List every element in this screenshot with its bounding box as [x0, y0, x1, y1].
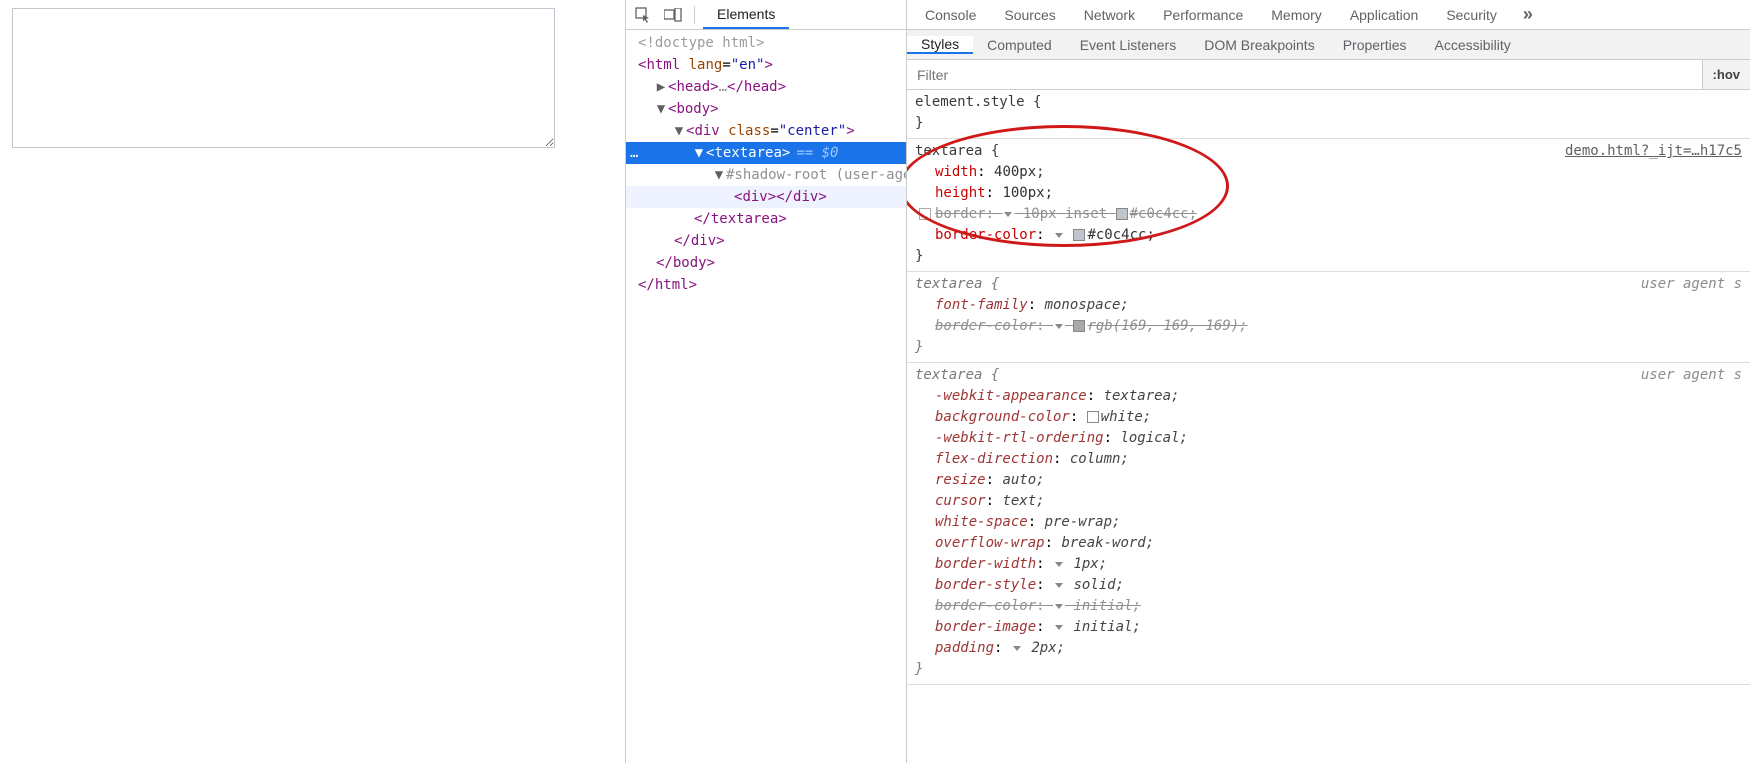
dom-div-close[interactable]: </div>	[626, 230, 906, 252]
dom-tree[interactable]: <!doctype html> <html lang="en"> ▶<head>…	[626, 30, 906, 298]
css-prop-border-style[interactable]: border-style: solid;	[915, 575, 1742, 596]
css-prop-border-color[interactable]: border-color: rgb(169, 169, 169);	[915, 316, 1742, 337]
devtools: Elements <!doctype html> <html lang="en"…	[625, 0, 1750, 763]
color-swatch[interactable]	[1116, 208, 1128, 220]
rule-authored-textarea[interactable]: demo.html?_ijt=…h17c5 textarea { width: …	[907, 139, 1750, 272]
main-tabs: Elements	[703, 0, 789, 29]
rule-element-style[interactable]: element.style { }	[907, 90, 1750, 139]
css-prop-padding[interactable]: padding: 2px;	[915, 638, 1742, 659]
main-tab-network[interactable]: Network	[1070, 0, 1149, 29]
main-tab-console[interactable]: Console	[911, 0, 990, 29]
css-prop-flex-direction[interactable]: flex-direction: column;	[915, 449, 1742, 470]
main-tab-sources[interactable]: Sources	[990, 0, 1069, 29]
device-toggle-icon[interactable]	[660, 2, 686, 28]
inspect-icon[interactable]	[630, 2, 656, 28]
expand-shorthand-icon[interactable]	[1013, 646, 1021, 651]
expand-shorthand-icon[interactable]	[1055, 583, 1063, 588]
dom-html-close[interactable]: </html>	[626, 274, 906, 296]
main-tab-elements[interactable]: Elements	[703, 0, 789, 29]
rule-ua-textarea-1[interactable]: user agent s textarea { font-family: mon…	[907, 272, 1750, 363]
dom-inner-div[interactable]: <div></div>	[626, 186, 906, 208]
css-prop-border-width[interactable]: border-width: 1px;	[915, 554, 1742, 575]
css-prop--webkit-appearance[interactable]: -webkit-appearance: textarea;	[915, 386, 1742, 407]
styles-filter-input[interactable]	[907, 60, 1702, 89]
css-prop-resize[interactable]: resize: auto;	[915, 470, 1742, 491]
dom-head[interactable]: ▶<head>…</head>	[626, 76, 906, 98]
styles-sub-tabs: StylesComputedEvent ListenersDOM Breakpo…	[907, 30, 1750, 60]
main-tab-memory[interactable]: Memory	[1257, 0, 1336, 29]
toolbar-separator	[694, 6, 695, 24]
more-tabs-icon[interactable]: »	[1515, 4, 1541, 25]
css-prop-border-color[interactable]: border-color: initial;	[915, 596, 1742, 617]
css-prop-white-space[interactable]: white-space: pre-wrap;	[915, 512, 1742, 533]
css-prop-font-family[interactable]: font-family: monospace;	[915, 295, 1742, 316]
rendered-page	[0, 0, 625, 763]
sub-tab-computed[interactable]: Computed	[973, 37, 1066, 53]
main-tab-application[interactable]: Application	[1336, 0, 1433, 29]
devtools-main-toolbar: Elements	[626, 0, 906, 30]
dom-html-open[interactable]: <html lang="en">	[626, 54, 906, 76]
devtools-main-toolbar-ext: ConsoleSourcesNetworkPerformanceMemoryAp…	[907, 0, 1750, 30]
css-prop-height[interactable]: height: 100px;	[915, 183, 1742, 204]
expand-shorthand-icon[interactable]	[1055, 324, 1063, 329]
css-prop--webkit-rtl-ordering[interactable]: -webkit-rtl-ordering: logical;	[915, 428, 1742, 449]
main-tab-security[interactable]: Security	[1432, 0, 1511, 29]
elements-panel: Elements <!doctype html> <html lang="en"…	[626, 0, 906, 763]
css-prop-border[interactable]: border: 10px inset #c0c4cc;	[915, 204, 1742, 225]
selected-row-dots: …	[630, 142, 638, 164]
styles-rules-list[interactable]: element.style { } demo.html?_ijt=…h17c5 …	[907, 90, 1750, 763]
css-prop-border-color[interactable]: border-color: #c0c4cc;	[915, 225, 1742, 246]
demo-textarea[interactable]	[12, 8, 555, 148]
color-swatch[interactable]	[1073, 229, 1085, 241]
color-swatch[interactable]	[1073, 320, 1085, 332]
css-prop-overflow-wrap[interactable]: overflow-wrap: break-word;	[915, 533, 1742, 554]
sub-tab-properties[interactable]: Properties	[1329, 37, 1421, 53]
hov-toggle-button[interactable]: :hov	[1702, 60, 1750, 89]
rule-origin-ua: user agent s	[1641, 274, 1742, 295]
css-prop-width[interactable]: width: 400px;	[915, 162, 1742, 183]
dom-body-close[interactable]: </body>	[626, 252, 906, 274]
dom-textarea-close[interactable]: </textarea>	[626, 208, 906, 230]
styles-panel: ConsoleSourcesNetworkPerformanceMemoryAp…	[906, 0, 1750, 763]
color-swatch[interactable]	[1087, 411, 1099, 423]
expand-shorthand-icon[interactable]	[1055, 625, 1063, 630]
dom-shadow-root[interactable]: ▼#shadow-root (user-agent)	[626, 164, 906, 186]
dom-doctype[interactable]: <!doctype html>	[638, 35, 764, 51]
css-prop-background-color[interactable]: background-color: white;	[915, 407, 1742, 428]
rule-origin-link[interactable]: demo.html?_ijt=…h17c5	[1565, 141, 1742, 162]
sub-tab-event-listeners[interactable]: Event Listeners	[1066, 37, 1191, 53]
main-tabs-ext: ConsoleSourcesNetworkPerformanceMemoryAp…	[911, 0, 1511, 29]
expand-shorthand-icon[interactable]	[1055, 604, 1063, 609]
dom-textarea-selected[interactable]: …▼<textarea>== $0	[626, 142, 906, 164]
styles-filter-bar: :hov	[907, 60, 1750, 90]
css-prop-cursor[interactable]: cursor: text;	[915, 491, 1742, 512]
sub-tab-styles[interactable]: Styles	[907, 36, 973, 54]
css-prop-border-image[interactable]: border-image: initial;	[915, 617, 1742, 638]
rule-ua-textarea-2[interactable]: user agent s textarea { -webkit-appearan…	[907, 363, 1750, 685]
main-tab-performance[interactable]: Performance	[1149, 0, 1257, 29]
expand-shorthand-icon[interactable]	[1004, 212, 1012, 217]
prop-toggle-checkbox[interactable]	[919, 208, 931, 220]
dom-div-open[interactable]: ▼<div class="center">	[626, 120, 906, 142]
expand-shorthand-icon[interactable]	[1055, 233, 1063, 238]
sub-tab-dom-breakpoints[interactable]: DOM Breakpoints	[1190, 37, 1328, 53]
expand-shorthand-icon[interactable]	[1055, 562, 1063, 567]
dom-body-open[interactable]: ▼<body>	[626, 98, 906, 120]
rule-origin-ua: user agent s	[1641, 365, 1742, 386]
sub-tab-accessibility[interactable]: Accessibility	[1421, 37, 1525, 53]
